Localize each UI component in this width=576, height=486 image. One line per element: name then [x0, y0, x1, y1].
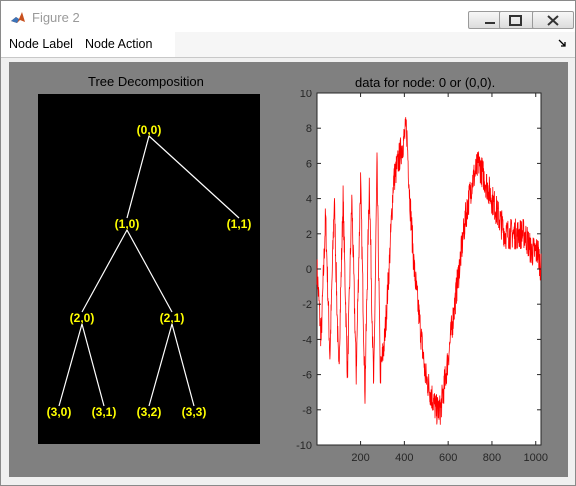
x-tick-label: 800	[483, 452, 501, 464]
tree-edge	[171, 323, 195, 407]
tree-node-label[interactable]: (2,1)	[160, 311, 185, 325]
menu-node-label[interactable]: Node Label	[9, 37, 73, 51]
tree-node-label[interactable]: (3,0)	[47, 405, 72, 419]
close-button[interactable]	[532, 11, 574, 29]
signal-chart[interactable]: -10 -8 -6 -4 -2 0 2 4 6 8 10 200 400 600 800 1000	[289, 90, 561, 470]
figure-canvas: Tree Decomposition (0,0) (1,0) (1,1) (2,0)(…	[9, 62, 568, 477]
y-tick-label: -10	[296, 440, 312, 452]
y-tick-label: -6	[302, 370, 312, 382]
chart-title: data for node: 0 or (0,0).	[355, 75, 496, 90]
tree-axes[interactable]: (0,0) (1,0) (1,1) (2,0) (2,1) (3,0) (3,1) (3,2)…	[38, 94, 260, 444]
y-tick-label: 2	[306, 229, 312, 241]
matlab-icon	[11, 12, 25, 23]
tree-edge	[126, 229, 173, 313]
tree-node-label[interactable]: (1,1)	[227, 217, 252, 231]
tree-node-label[interactable]: (3,2)	[137, 405, 162, 419]
tree-edge	[126, 135, 150, 219]
y-tick-label: 0	[306, 264, 312, 276]
y-tick-label: -2	[302, 299, 312, 311]
dock-arrow-icon[interactable]	[558, 39, 567, 48]
tree-edge	[148, 135, 240, 219]
x-tick-label: 1000	[524, 452, 548, 464]
figure-window: Figure 2 Node Label Node Action Tree Dec…	[0, 0, 576, 486]
tree-edge	[81, 229, 128, 313]
y-tick-label: 4	[306, 194, 312, 206]
y-tick-label: -8	[302, 405, 312, 417]
tree-edge	[148, 323, 173, 407]
x-tick-label: 400	[395, 452, 413, 464]
title-bar: Figure 2	[1, 1, 575, 32]
menu-node-action[interactable]: Node Action	[85, 37, 152, 51]
x-tick-label: 600	[439, 452, 457, 464]
tree-svg: (0,0) (1,0) (1,1) (2,0) (2,1) (3,0) (3,1) (3,2)…	[47, 123, 252, 419]
y-tick-label: -4	[302, 334, 312, 346]
tree-title: Tree Decomposition	[88, 74, 204, 89]
window-title: Figure 2	[32, 10, 80, 25]
tree-node-label[interactable]: (0,0)	[137, 123, 162, 137]
tree-node-label[interactable]: (1,0)	[115, 217, 140, 231]
menu-bar: Node Label Node Action	[1, 32, 575, 58]
y-tick-label: 6	[306, 158, 312, 170]
x-tick-label: 200	[351, 452, 369, 464]
close-icon	[547, 15, 559, 26]
tree-node-label[interactable]: (3,1)	[92, 405, 117, 419]
menu-empty-area	[175, 32, 575, 57]
y-tick-label: 10	[300, 90, 312, 100]
tree-node-label[interactable]: (2,0)	[70, 311, 95, 325]
tree-node-label[interactable]: (3,3)	[182, 405, 207, 419]
tree-edge	[81, 323, 105, 407]
tree-edge	[58, 323, 83, 407]
y-tick-label: 8	[306, 123, 312, 135]
